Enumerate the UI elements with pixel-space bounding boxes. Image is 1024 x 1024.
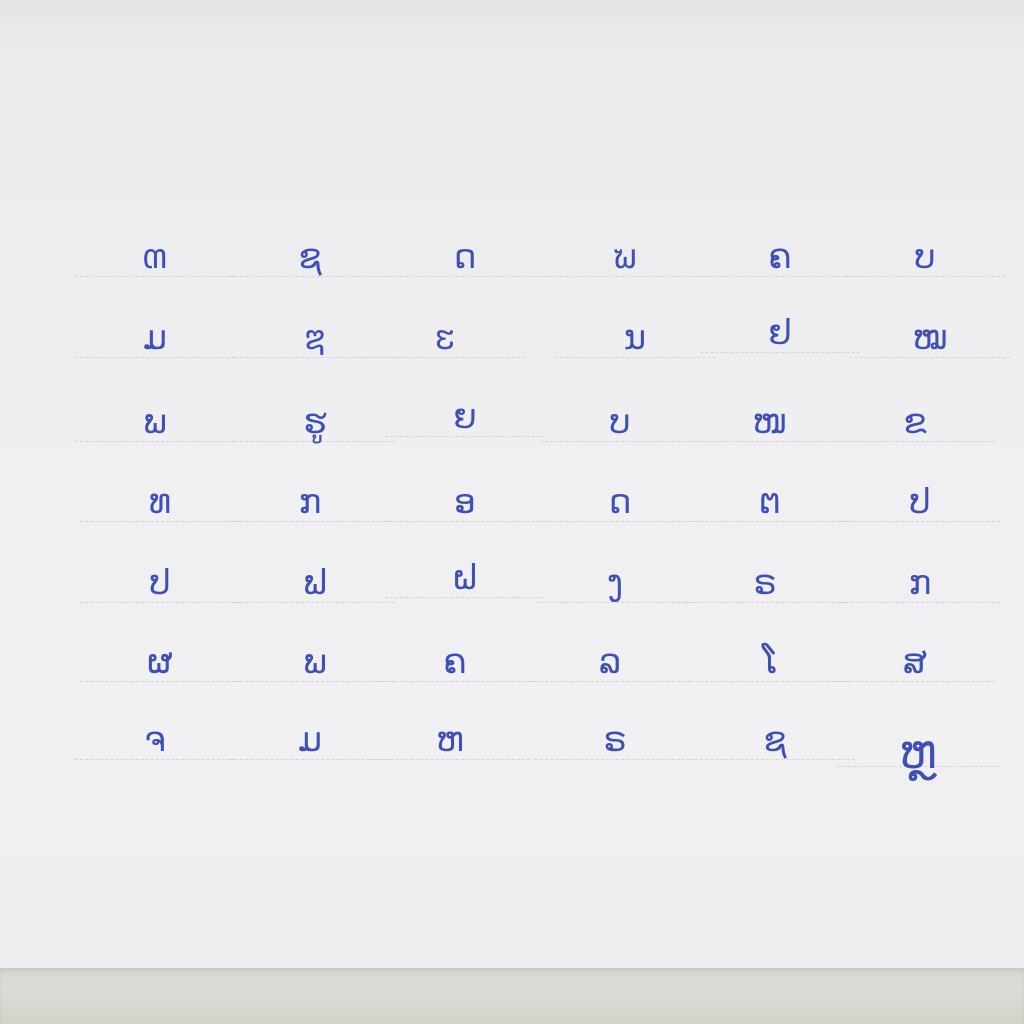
letter-cell: ດ (540, 477, 700, 537)
letter-cell: ທ (80, 477, 240, 537)
handwritten-letter: ຌ (304, 318, 326, 358)
handwritten-letter: ປ (909, 482, 931, 522)
letter-cell: ບ (540, 397, 700, 457)
letter-cell: ຣ (535, 715, 695, 775)
handwritten-letter: ຣ (603, 720, 627, 760)
handwritten-letter: ປ (149, 563, 171, 603)
letter-cell: ປ (80, 558, 240, 618)
letter-cell: ພ (235, 637, 395, 697)
handwritten-letter: ອ (454, 482, 476, 522)
handwritten-letter: ຍ (453, 397, 477, 437)
letter-cell: ຄ (375, 637, 535, 697)
letter-cell: ບ (845, 232, 1005, 292)
letter-cell: ໂ (690, 637, 850, 697)
handwritten-letter: ພ (303, 642, 327, 682)
handwritten-letter: ມ (298, 720, 322, 760)
handwritten-letter: ຫຼ (899, 725, 937, 779)
handwritten-letter: ດ (608, 482, 632, 522)
letter-cell: ຣ (685, 558, 845, 618)
handwritten-letter: ງ (606, 563, 624, 603)
letter-cell: ຓ (75, 232, 235, 292)
handwritten-letter: ຢ (768, 313, 792, 353)
handwritten-letter: ຝ (451, 558, 479, 598)
letter-cell: ລ (530, 637, 690, 697)
letter-cell: ຬ (365, 313, 525, 373)
handwritten-letter: ຊ (763, 720, 787, 760)
letter-cell: ຈ (75, 715, 235, 775)
letter-cell: ຢ (700, 308, 860, 368)
handwritten-letter: ໜ (752, 402, 788, 442)
letter-cell: ຂ (835, 397, 995, 457)
letter-cell: ຝ (385, 553, 545, 613)
letter-cell: ງ (535, 558, 695, 618)
handwritten-letter: ສ (903, 642, 927, 682)
letter-cell: ຆ (545, 232, 705, 292)
letter-cell: ຊ (230, 232, 390, 292)
letter-cell: ສ (835, 637, 995, 697)
letter-cell: ຄ (700, 232, 860, 292)
handwritten-letter: ຬ (434, 318, 456, 358)
letter-cell: ອ (385, 477, 545, 537)
letter-cell: ໜ (690, 397, 850, 457)
letter-grid: ຓ ຊ ດ ຆ ຄ ບ ມ ຌ ຬ ນ ຢ ໝ ພ ຮູ ຍ ບ ໜ ຂ ທ ກ… (0, 0, 1024, 968)
letter-cell: ດ (385, 232, 545, 292)
handwritten-letter: ດ (453, 237, 477, 277)
handwritten-letter: ຆ (612, 237, 638, 277)
letter-cell: ຊ (695, 715, 855, 775)
letter-cell: ປ (840, 477, 1000, 537)
letter-cell: ຍ (385, 392, 545, 452)
letter-cell: ຫ (370, 715, 530, 775)
letter-cell: ຕ (690, 477, 850, 537)
handwritten-letter: ຄ (768, 237, 792, 277)
handwritten-letter: ໂ (762, 642, 778, 682)
letter-cell: ຜ (80, 637, 240, 697)
handwritten-letter: ພ (143, 402, 167, 442)
table-surface (0, 968, 1024, 1024)
handwritten-letter: ຈ (144, 720, 166, 760)
handwritten-letter: ນ (623, 318, 647, 358)
letter-cell: ຫຼ (838, 722, 998, 782)
handwritten-letter: ຓ (142, 237, 168, 277)
letter-cell: ມ (75, 313, 235, 373)
letter-cell: ກ (840, 558, 1000, 618)
handwritten-letter: ມ (143, 318, 167, 358)
paper-sheet: ຓ ຊ ດ ຆ ຄ ບ ມ ຌ ຬ ນ ຢ ໝ ພ ຮູ ຍ ບ ໜ ຂ ທ ກ… (0, 0, 1024, 968)
letter-cell: ມ (230, 715, 390, 775)
handwritten-letter: ກ (908, 563, 932, 603)
letter-cell: ນ (555, 313, 715, 373)
letter-cell: ຟ (235, 558, 395, 618)
handwritten-letter: ຟ (303, 563, 327, 603)
handwritten-letter: ບ (914, 237, 936, 277)
handwritten-letter: ທ (148, 482, 172, 522)
handwritten-letter: ຄ (443, 642, 467, 682)
letter-cell: ຌ (235, 313, 395, 373)
letter-cell: ກ (230, 477, 390, 537)
handwritten-letter: ຂ (903, 402, 927, 442)
letter-cell: ຮູ (235, 397, 395, 457)
handwritten-letter: ຕ (759, 482, 781, 522)
handwritten-letter: ບ (609, 402, 631, 442)
letter-cell: ພ (75, 397, 235, 457)
handwritten-letter: ຣ (753, 563, 777, 603)
handwritten-letter: ຜ (147, 642, 173, 682)
handwritten-letter: ໝ (912, 318, 948, 358)
handwritten-letter: ຫ (436, 720, 464, 760)
letter-cell: ໝ (850, 313, 1010, 373)
handwritten-letter: ກ (298, 482, 322, 522)
handwritten-letter: ຮູ (303, 402, 327, 442)
handwritten-letter: ຊ (298, 237, 322, 277)
handwritten-letter: ລ (598, 642, 622, 682)
